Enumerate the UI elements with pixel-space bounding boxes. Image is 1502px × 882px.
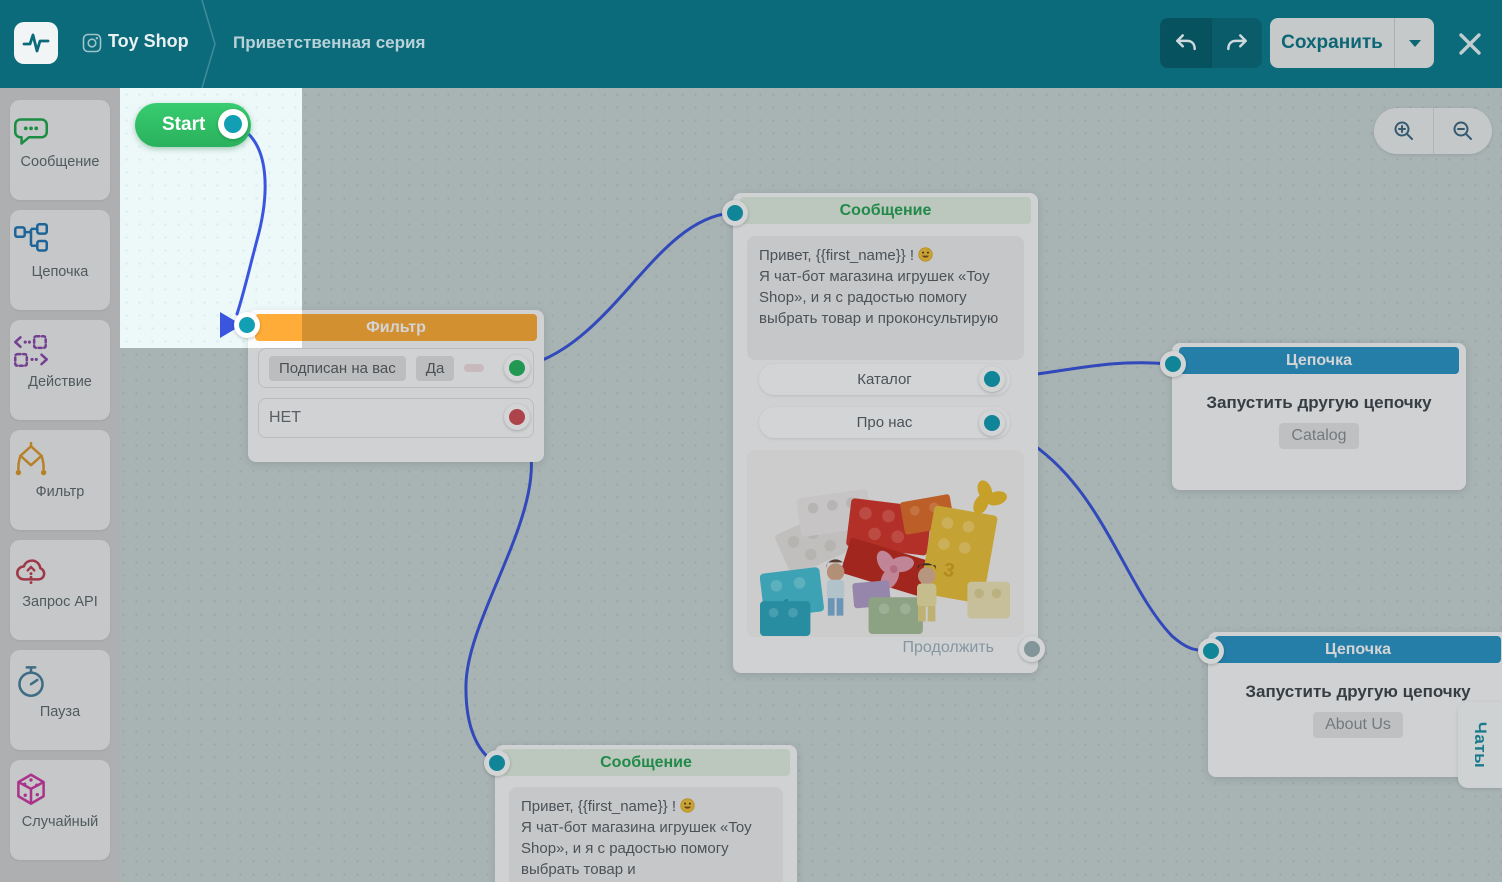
message-node-header: Сообщение — [740, 197, 1031, 224]
api-request-icon — [16, 559, 46, 585]
sidebar-item-action[interactable]: Действие — [10, 320, 110, 420]
sidebar-item-message[interactable]: Сообщение — [10, 100, 110, 200]
chain-target-chip: Catalog — [1279, 423, 1359, 449]
quick-reply-button-about[interactable]: Про нас — [759, 407, 1010, 438]
chain-node-header: Цепочка — [1215, 636, 1501, 663]
continue-label: Продолжить — [902, 639, 994, 656]
start-output-port[interactable] — [218, 109, 248, 139]
pause-icon — [18, 666, 44, 697]
chain-target-chip: About Us — [1313, 712, 1403, 738]
sidebar-item-filter[interactable]: Фильтр — [10, 430, 110, 530]
app-logo[interactable] — [14, 22, 58, 64]
filter-input-port[interactable] — [234, 312, 260, 338]
condition-indicator — [464, 364, 485, 372]
zoom-in-button[interactable] — [1374, 108, 1433, 154]
history-controls — [1160, 18, 1262, 68]
sidebar-item-chain[interactable]: Цепочка — [10, 210, 110, 310]
instagram-icon — [82, 33, 102, 53]
pulse-logo-icon — [22, 33, 50, 53]
node-palette-sidebar: Сообщение Цепочка Действие Фильтр Запрос… — [0, 88, 120, 882]
sidebar-item-api-request[interactable]: Запрос API — [10, 540, 110, 640]
undo-button[interactable] — [1160, 18, 1211, 68]
bot-name[interactable]: Toy Shop — [108, 31, 189, 52]
continue-output-port[interactable] — [1019, 636, 1045, 662]
chevron-down-icon — [1408, 39, 1421, 47]
message-greeting: Привет, {{first_name}} ! — [521, 798, 677, 815]
message-image-block[interactable]: 3 1 — [747, 450, 1024, 637]
redo-button[interactable] — [1211, 18, 1262, 68]
chain-icon — [13, 222, 49, 252]
filter-yes-output-port[interactable] — [504, 355, 530, 381]
chain-action-text: Запустить другую цепочку — [1245, 682, 1471, 701]
filter-else-row[interactable]: НЕТ — [258, 398, 534, 438]
zoom-in-icon — [1394, 121, 1413, 140]
undo-icon — [1175, 34, 1196, 51]
condition-value-chip: Да — [415, 355, 455, 381]
sidebar-item-random[interactable]: Случайный — [10, 760, 110, 860]
save-dropdown-button[interactable] — [1394, 18, 1434, 68]
chain-action-text: Запустить другую цепочку — [1206, 393, 1432, 412]
lego-girl-figure — [916, 563, 936, 622]
action-icon — [13, 335, 49, 367]
message-body: Я чат-бот магазина игрушек «Toy Shop», и… — [759, 268, 999, 327]
edge-filter-yes-to-message — [515, 211, 733, 370]
breadcrumb-separator — [200, 0, 218, 88]
chats-side-tab[interactable]: Чаты — [1458, 702, 1502, 788]
app-header: Toy Shop Приветственная серия Сохранить — [0, 0, 1502, 88]
grinning-face-emoji-icon — [918, 247, 933, 262]
edge-start-to-filter — [231, 122, 267, 316]
close-icon — [1459, 33, 1481, 55]
random-icon — [17, 773, 45, 805]
message-node-header: Сообщение — [502, 749, 790, 776]
sidebar-item-pause[interactable]: Пауза — [10, 650, 110, 750]
chats-tab-label: Чаты — [1471, 721, 1490, 769]
edge-filter-no-to-message2 — [464, 415, 533, 763]
node-chain-catalog[interactable]: Цепочка Запустить другую цепочку Catalog — [1172, 343, 1466, 490]
start-label: Start — [162, 114, 206, 135]
lego-bricks-image: 3 1 — [759, 480, 1010, 636]
catalog-button-output-port[interactable] — [979, 366, 1005, 392]
flow-title: Приветственная серия — [233, 33, 426, 52]
chain-node-header: Цепочка — [1179, 347, 1459, 374]
close-button[interactable] — [1452, 26, 1488, 62]
redo-icon — [1227, 34, 1247, 51]
message-body: Я чат-бот магазина игрушек «Toy Shop», и… — [521, 819, 752, 878]
node-message-2[interactable]: Сообщение Привет, {{first_name}} ! Я чат… — [495, 745, 797, 882]
node-filter[interactable]: Фильтр Подписан на вас Да НЕТ — [248, 310, 544, 462]
lego-boy-figure — [825, 559, 845, 616]
else-label: НЕТ — [269, 409, 301, 426]
chain-about-input-port[interactable] — [1198, 638, 1224, 664]
quick-reply-button-catalog[interactable]: Каталог — [759, 364, 1010, 395]
grinning-face-emoji-icon — [680, 798, 695, 813]
save-button[interactable]: Сохранить — [1270, 18, 1434, 68]
filter-node-header: Фильтр — [255, 314, 537, 341]
message-greeting: Привет, {{first_name}} ! — [759, 247, 915, 264]
message2-input-port[interactable] — [484, 750, 510, 776]
save-button-label: Сохранить — [1281, 32, 1383, 53]
message1-input-port[interactable] — [722, 200, 748, 226]
message-text-bubble[interactable]: Привет, {{first_name}} ! Я чат-бот магаз… — [747, 236, 1024, 360]
chain-catalog-input-port[interactable] — [1160, 351, 1186, 377]
message-bubble-icon — [13, 118, 49, 145]
canvas-zoom-controls — [1374, 108, 1492, 154]
zoom-out-icon — [1453, 121, 1472, 140]
filter-icon — [15, 441, 47, 476]
flow-canvas[interactable]: Фильтр Подписан на вас Да НЕТ Сообщение … — [0, 88, 1502, 882]
filter-no-output-port[interactable] — [504, 404, 530, 430]
about-button-output-port[interactable] — [979, 410, 1005, 436]
condition-field-chip: Подписан на вас — [269, 355, 406, 381]
message-text-bubble[interactable]: Привет, {{first_name}} ! Я чат-бот магаз… — [509, 787, 783, 882]
zoom-out-button[interactable] — [1433, 108, 1492, 154]
filter-condition-row[interactable]: Подписан на вас Да — [258, 348, 534, 388]
